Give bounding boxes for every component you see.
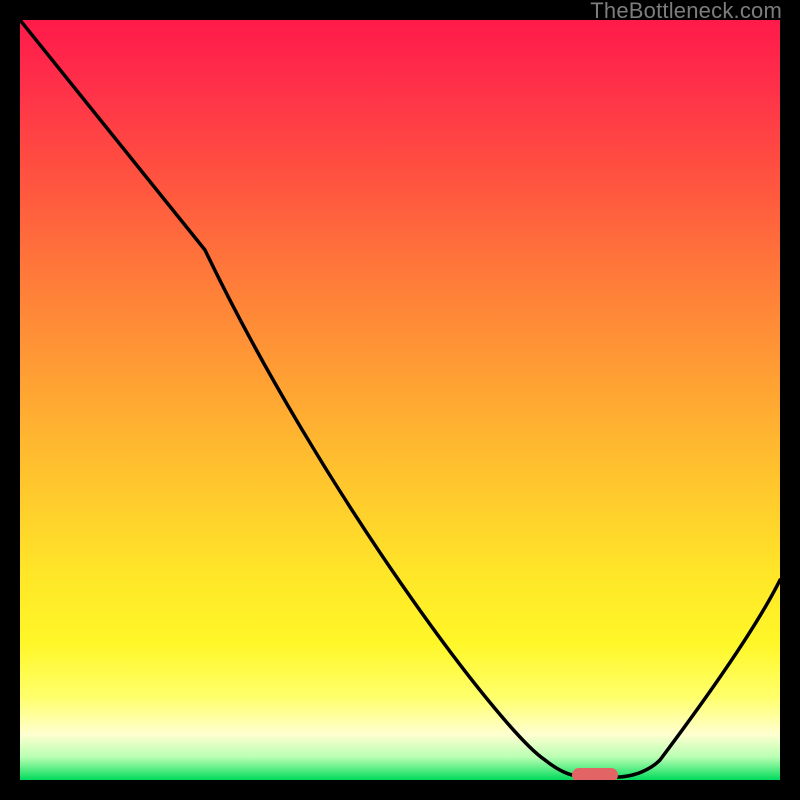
chart-container: TheBottleneck.com (0, 0, 800, 800)
plot-area (20, 20, 780, 780)
chart-svg (20, 20, 780, 780)
optimal-marker (572, 768, 618, 780)
bottleneck-curve (20, 20, 780, 777)
